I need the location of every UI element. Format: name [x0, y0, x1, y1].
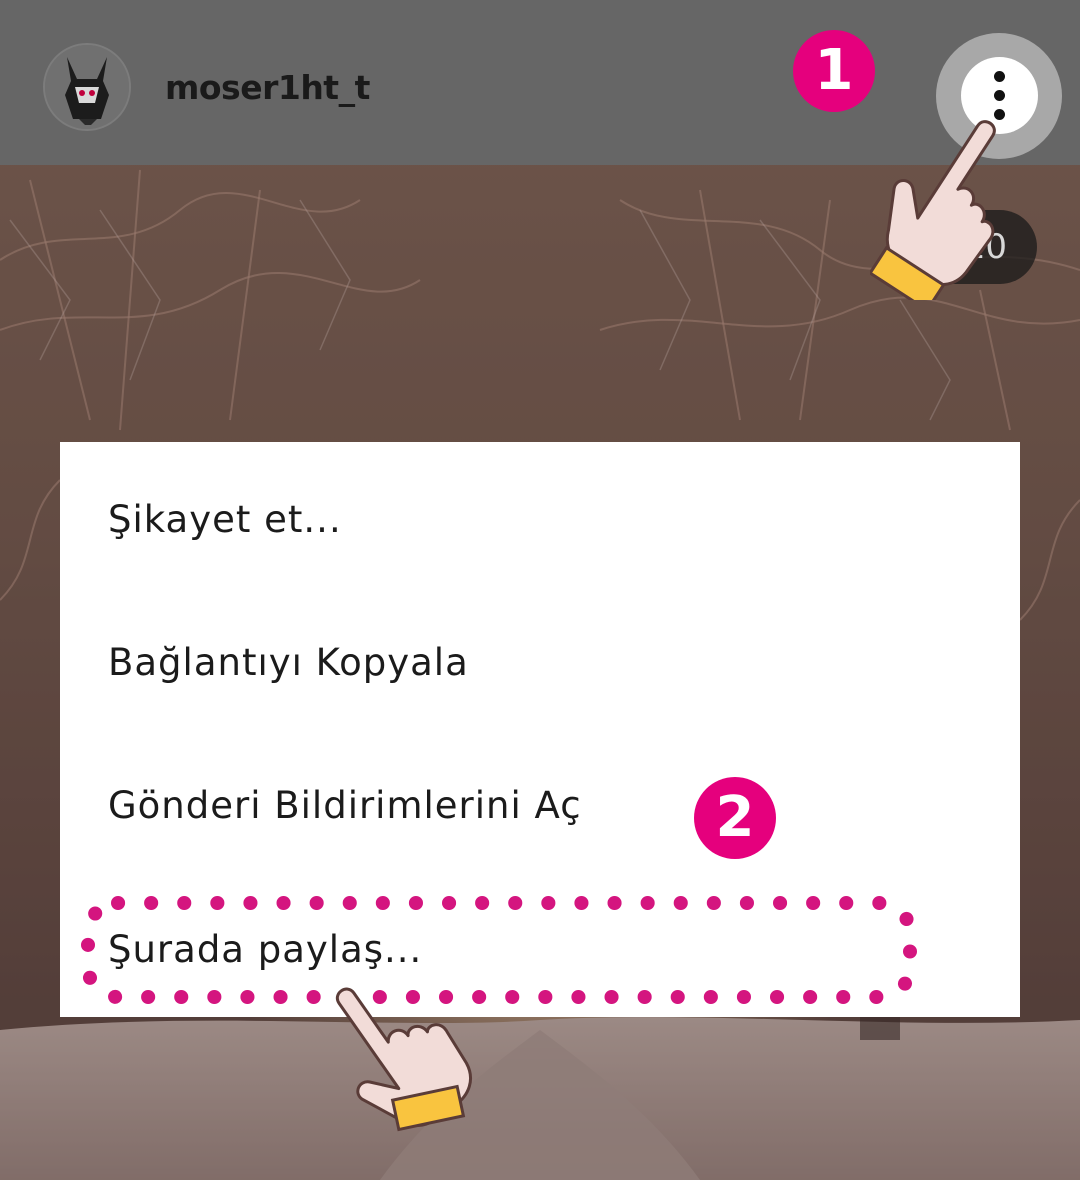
- step-1-badge: 1: [793, 30, 875, 112]
- step-2-badge: 2: [694, 777, 776, 859]
- username[interactable]: moser1ht_t: [165, 68, 370, 107]
- menu-item-copy-link[interactable]: Bağlantıyı Kopyala: [108, 641, 469, 684]
- more-options-dot-icon: [994, 71, 1005, 82]
- pointing-hand-icon: [870, 120, 996, 300]
- pointing-hand-icon: [335, 987, 472, 1132]
- app-screen: moser1ht_t 1 1/10 Şikayet et... Bağlantı…: [0, 0, 1080, 1180]
- avatar-image: [45, 45, 129, 129]
- avatar[interactable]: [43, 43, 131, 131]
- menu-item-post-notifications[interactable]: Gönderi Bildirimlerini Aç: [108, 784, 582, 827]
- share-option-highlight: [81, 896, 917, 1004]
- menu-item-report[interactable]: Şikayet et...: [108, 498, 342, 541]
